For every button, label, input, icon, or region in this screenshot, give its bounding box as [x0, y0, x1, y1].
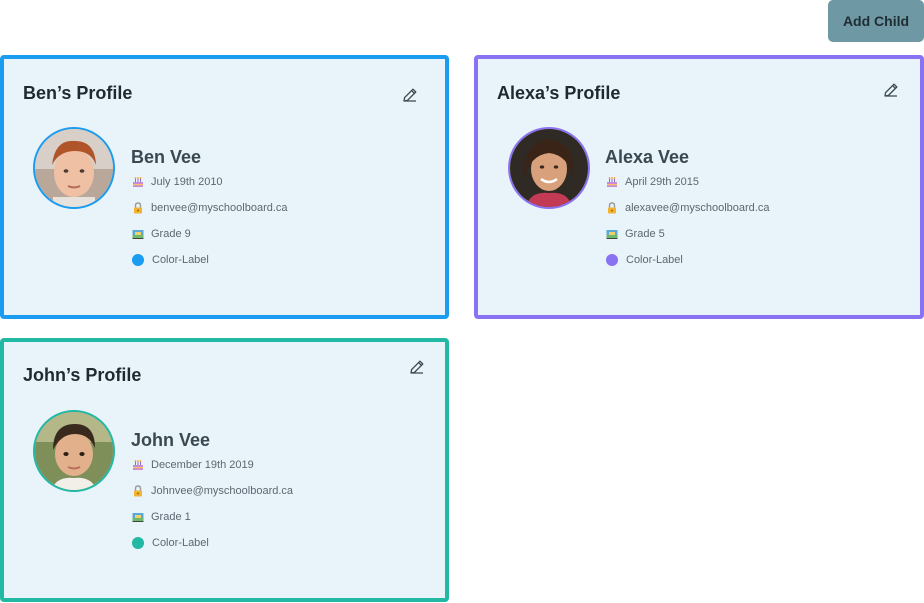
lock-icon — [131, 484, 145, 498]
avatar — [33, 127, 115, 209]
email-row: benvee@myschoolboard.ca — [131, 195, 288, 221]
email-row: alexavee@myschoolboard.ca — [605, 195, 769, 221]
grade-text: Grade 9 — [151, 228, 191, 240]
color-dot — [606, 254, 618, 266]
pencil-icon[interactable] — [882, 81, 900, 99]
lock-icon — [605, 201, 619, 215]
profile-title: Alexa’s Profile — [497, 83, 621, 103]
grade-row: Grade 1 — [131, 504, 293, 530]
cake-icon — [131, 458, 145, 472]
grade-text: Grade 1 — [151, 511, 191, 523]
add-child-button[interactable]: Add Child — [828, 0, 924, 42]
color-label-text: Color-Label — [626, 254, 683, 266]
avatar — [508, 127, 590, 209]
profile-title: John’s Profile — [23, 365, 142, 385]
profile-title: Ben’s Profile — [23, 83, 133, 103]
email-text: benvee@myschoolboard.ca — [151, 202, 288, 214]
color-label-row: Color-Label — [131, 247, 288, 273]
school-icon — [131, 510, 145, 524]
profile-card-ben: Ben’s Profile Ben Vee July 19th 2010 ben… — [0, 55, 449, 319]
child-name: John Vee — [131, 430, 211, 450]
email-text: alexavee@myschoolboard.ca — [625, 202, 770, 214]
grade-row: Grade 9 — [131, 221, 288, 247]
children-profiles-page: Add Child Ben’s Profile Ben Vee July 19t… — [0, 0, 924, 603]
birthday-row: July 19th 2010 — [131, 169, 288, 195]
profile-info: Ben Vee July 19th 2010 benvee@myschoolbo… — [131, 145, 288, 273]
child-name: Ben Vee — [131, 147, 202, 167]
avatar — [33, 410, 115, 492]
grade-row: Grade 5 — [605, 221, 769, 247]
school-icon — [131, 227, 145, 241]
email-row: Johnvee@myschoolboard.ca — [131, 478, 293, 504]
pencil-icon[interactable] — [408, 358, 426, 376]
email-text: Johnvee@myschoolboard.ca — [151, 485, 294, 497]
lock-icon — [131, 201, 145, 215]
profile-card-john: John’s Profile John Vee December 19th 20… — [0, 338, 449, 602]
profile-info: John Vee December 19th 2019 Johnvee@mysc… — [131, 428, 293, 556]
birthday-row: April 29th 2015 — [605, 169, 769, 195]
birthday-text: December 19th 2019 — [151, 459, 254, 471]
birthday-text: July 19th 2010 — [151, 176, 223, 188]
color-label-text: Color-Label — [152, 254, 209, 266]
color-label-text: Color-Label — [152, 537, 209, 549]
cake-icon — [605, 175, 619, 189]
school-icon — [605, 227, 619, 241]
profile-card-alexa: Alexa’s Profile Alexa Vee April 29th 201… — [474, 55, 924, 319]
color-dot — [132, 254, 144, 266]
color-label-row: Color-Label — [605, 247, 769, 273]
birthday-row: December 19th 2019 — [131, 452, 293, 478]
color-label-row: Color-Label — [131, 530, 293, 556]
profile-info: Alexa Vee April 29th 2015 alexavee@mysch… — [605, 145, 769, 273]
cake-icon — [131, 175, 145, 189]
grade-text: Grade 5 — [625, 228, 665, 240]
birthday-text: April 29th 2015 — [625, 176, 699, 188]
color-dot — [132, 537, 144, 549]
child-name: Alexa Vee — [605, 147, 690, 167]
pencil-icon[interactable] — [401, 86, 419, 104]
